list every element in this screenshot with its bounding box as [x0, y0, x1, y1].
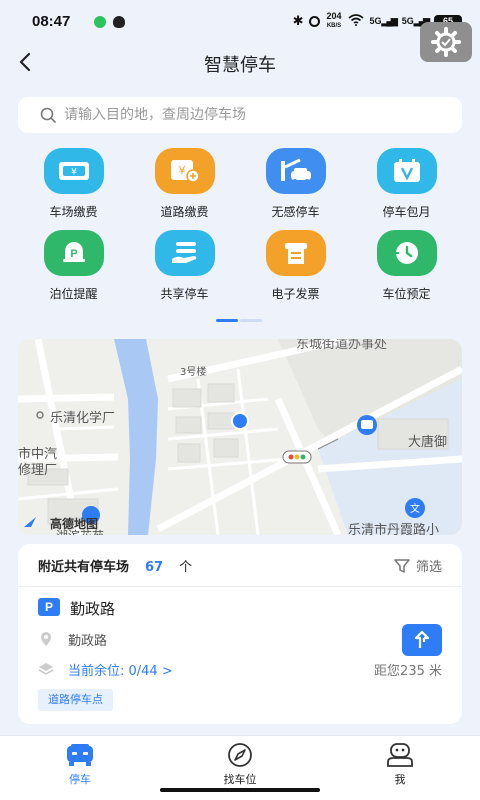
- home-indicator[interactable]: [160, 788, 320, 792]
- service-label: 停车包月: [382, 205, 431, 219]
- location-icon: [309, 15, 321, 27]
- wifi-icon: [347, 13, 364, 29]
- nearby-prefix: 附近共有停车场: [38, 560, 130, 575]
- map-label-street-office: 东城街道办事处: [296, 339, 388, 352]
- nearby-summary: 附近共有停车场 67 个: [38, 556, 192, 575]
- service-label: 道路缴费: [160, 205, 209, 219]
- service-berth-reminder[interactable]: P 泊位提醒: [18, 230, 129, 306]
- filter-icon: [394, 558, 410, 573]
- service-label: 车位预定: [382, 287, 431, 301]
- lot-address: 勤政路: [68, 634, 108, 649]
- parking-fee-icon: ¥: [43, 148, 104, 194]
- tab-parking[interactable]: 停车: [30, 742, 130, 787]
- nearby-parking-card: 附近共有停车场 67 个 筛选 P 勤政路 勤政路 当前余位: 0/44 > 距…: [18, 544, 462, 724]
- navigate-arrow-icon: [414, 630, 430, 648]
- page-indicator: [216, 319, 262, 322]
- net-speed-unit: KB/S: [326, 23, 342, 29]
- compass-icon: [228, 743, 252, 767]
- nearby-unit: 个: [179, 560, 193, 575]
- navigate-button[interactable]: [402, 624, 442, 656]
- space-reservation-icon: [376, 230, 437, 276]
- contactless-parking-icon: [265, 148, 326, 194]
- svg-text:¥: ¥: [71, 168, 77, 178]
- car-icon: [67, 744, 93, 766]
- tab-label: 停车: [69, 773, 91, 786]
- map-label-chem-factory: 乐清化学厂: [50, 411, 116, 426]
- tab-me[interactable]: 我: [350, 742, 450, 787]
- service-label: 无感停车: [271, 205, 320, 219]
- berth-reminder-icon: P: [43, 230, 104, 276]
- map-view[interactable]: 文 东城街道办事处 3号楼 乐清化学厂 市中汽 修理厂 大唐御 乐清市丹霞路小 …: [18, 339, 462, 535]
- lot-availability[interactable]: 当前余位: 0/44 >: [68, 660, 173, 679]
- lot-name[interactable]: 勤政路: [70, 598, 115, 619]
- service-monthly-pass[interactable]: 停车包月: [351, 148, 462, 224]
- service-e-invoice[interactable]: 电子发票: [240, 230, 351, 306]
- service-label: 车场缴费: [49, 205, 98, 219]
- search-icon: [40, 107, 56, 123]
- map-label-auto-repair: 修理厂: [18, 463, 58, 478]
- search-bar[interactable]: [18, 97, 462, 133]
- monthly-pass-icon: [376, 148, 437, 194]
- profile-icon: [387, 743, 413, 767]
- page-title: 智慧停车: [204, 55, 276, 76]
- status-time: 08:47: [32, 13, 71, 30]
- amap-logo: 高德地图: [50, 517, 99, 531]
- lot-distance: 距您235 米: [374, 664, 442, 679]
- map-canvas: 文: [18, 339, 462, 535]
- svg-text:P: P: [70, 248, 77, 260]
- nav-header: 智慧停车: [0, 42, 480, 84]
- e-invoice-icon: [265, 230, 326, 276]
- filter-button[interactable]: 筛选: [394, 556, 442, 575]
- qq-notification-icon: [113, 16, 125, 28]
- map-label-building: 3号楼: [180, 367, 207, 378]
- wechat-notification-icon: [94, 16, 106, 28]
- net-speed: 204 KB/S: [326, 12, 341, 30]
- tab-label: 我: [394, 773, 406, 786]
- filter-label: 筛选: [415, 560, 442, 575]
- service-road-fee[interactable]: ¥ 道路缴费: [129, 148, 240, 224]
- parking-p-icon: P: [38, 598, 60, 616]
- search-input[interactable]: [64, 107, 444, 123]
- status-bar: 08:47 ✱ 204 KB/S 5G▂▄▆ 5G▂▄▆ 65: [0, 0, 480, 42]
- location-pin-icon: [41, 632, 51, 646]
- tab-label: 找车位: [223, 773, 257, 786]
- layers-icon: [38, 663, 54, 675]
- page-dot-active: [216, 319, 238, 322]
- map-label-datang: 大唐御: [408, 435, 448, 450]
- bluetooth-icon: ✱: [292, 13, 304, 28]
- net-speed-value: 204: [326, 11, 342, 21]
- svg-text:文: 文: [410, 502, 420, 515]
- divider: [18, 586, 462, 587]
- service-parking-fee[interactable]: ¥ 车场缴费: [18, 148, 129, 224]
- service-label: 共享停车: [160, 287, 209, 301]
- lot-type-tag: 道路停车点: [38, 689, 113, 711]
- service-shared-parking[interactable]: 共享停车: [129, 230, 240, 306]
- nearby-count: 67: [145, 560, 164, 575]
- service-label: 电子发票: [271, 287, 320, 301]
- map-label-danxia: 乐清市丹霞路小: [348, 523, 440, 535]
- service-space-reservation[interactable]: 车位预定: [351, 230, 462, 306]
- service-contactless-parking[interactable]: 无感停车: [240, 148, 351, 224]
- svg-text:¥: ¥: [178, 164, 185, 177]
- service-label: 泊位提醒: [49, 287, 98, 301]
- signal-5g-1: 5G▂▄▆: [369, 15, 398, 26]
- road-fee-icon: ¥: [154, 148, 215, 194]
- page-dot: [240, 319, 262, 322]
- tab-find-space[interactable]: 找车位: [190, 742, 290, 787]
- shared-parking-icon: [154, 230, 215, 276]
